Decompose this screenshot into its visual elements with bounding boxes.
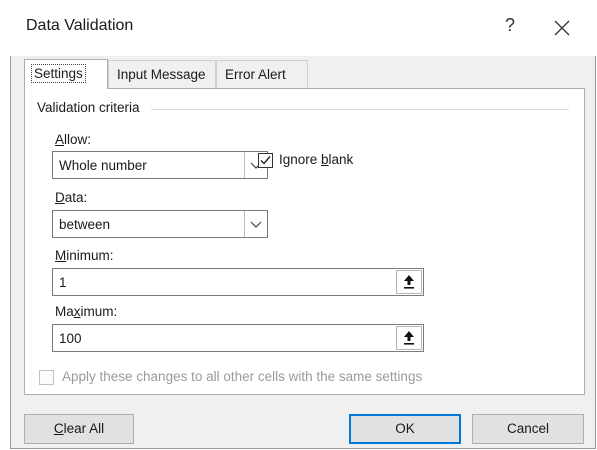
title-bar: Data Validation ? (10, 0, 596, 56)
maximum-value: 100 (59, 331, 82, 346)
tab-input-message[interactable]: Input Message (108, 60, 216, 88)
ignore-blank-checkbox[interactable] (258, 153, 273, 168)
chevron-down-icon (250, 221, 262, 228)
dialog-title: Data Validation (26, 17, 134, 34)
minimum-value: 1 (59, 275, 67, 290)
tab-error-alert[interactable]: Error Alert (216, 60, 308, 88)
tab-settings-label: Settings (31, 64, 86, 83)
group-divider (151, 109, 569, 110)
ok-button[interactable]: OK (349, 414, 461, 444)
ignore-blank-label[interactable]: Ignore blank (279, 152, 353, 167)
allow-dropdown[interactable]: Whole number (52, 151, 268, 179)
maximum-collapse-button[interactable] (396, 326, 422, 350)
data-label: Data: (55, 190, 88, 205)
minimum-label: Minimum: (55, 248, 114, 263)
checkmark-icon (260, 156, 271, 165)
minimum-field[interactable]: 1 (52, 268, 424, 296)
close-icon[interactable] (552, 18, 572, 38)
tab-error-alert-label: Error Alert (225, 67, 286, 82)
data-dropdown[interactable]: between (52, 210, 268, 238)
collapse-dialog-icon (404, 331, 414, 345)
tab-input-message-label: Input Message (117, 67, 206, 82)
cancel-button[interactable]: Cancel (472, 414, 584, 444)
allow-value: Whole number (59, 158, 147, 173)
tab-settings[interactable]: Settings (24, 59, 108, 89)
data-value: between (59, 217, 111, 232)
apply-all-label: Apply these changes to all other cells w… (62, 369, 423, 384)
apply-all-checkbox[interactable] (39, 370, 54, 385)
minimum-collapse-button[interactable] (396, 270, 422, 294)
data-dropdown-button[interactable] (244, 211, 267, 237)
allow-label: Allow: (55, 132, 92, 147)
group-title: Validation criteria (37, 100, 144, 115)
maximum-field[interactable]: 100 (52, 324, 424, 352)
settings-panel: Validation criteria Allow: Whole number … (24, 88, 585, 395)
collapse-dialog-icon (404, 275, 414, 289)
clear-all-button[interactable]: Clear All (24, 414, 134, 444)
help-icon[interactable]: ? (500, 15, 520, 36)
maximum-label: Maximum: (55, 304, 118, 319)
